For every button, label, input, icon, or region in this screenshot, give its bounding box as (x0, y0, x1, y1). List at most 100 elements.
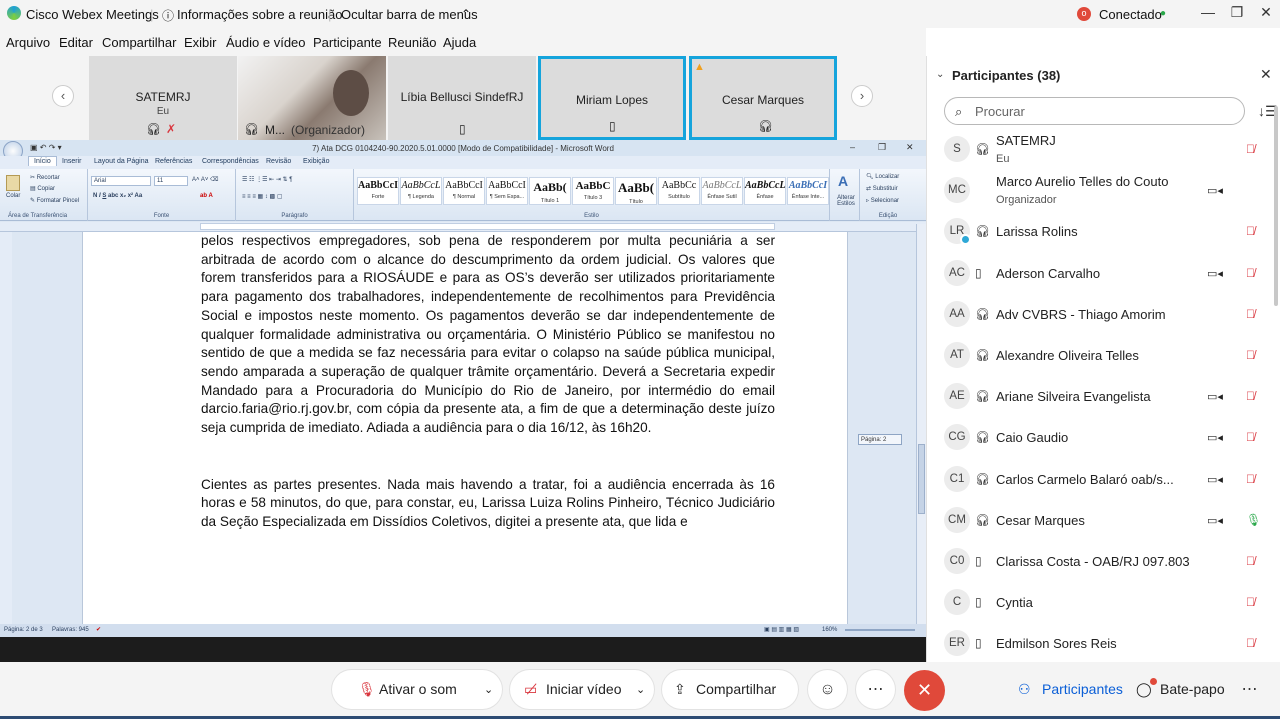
style-titulo-3[interactable]: AaBbC Título 3 (572, 177, 614, 205)
hide-menu-button[interactable]: Ocultar barra de menus (341, 7, 478, 22)
style-titulo[interactable]: AaBb(Título (615, 177, 657, 205)
align-buttons[interactable]: ≡ ≡ ≡ ▦ ↕ ▩ ▢ (242, 193, 283, 200)
format-painter-button[interactable]: ✎ Formatar Pincel (30, 197, 79, 204)
find-button[interactable]: 🔍︎ Localizar (866, 173, 899, 180)
font-size-select[interactable]: 11 (154, 176, 188, 186)
tab-inserir[interactable]: Inserir (62, 158, 81, 165)
participant-row[interactable]: C1 🎧︎ Carlos Carmelo Balaró oab/s... ▭◂ 🎙̸ (927, 461, 1267, 502)
paste-icon[interactable] (6, 175, 20, 191)
chevron-down-icon[interactable]: ⌄ (636, 683, 645, 696)
vertical-ruler[interactable] (0, 232, 12, 624)
change-styles-button[interactable]: A Alterar Estilos (830, 169, 860, 221)
mic-muted-icon[interactable]: 🎙̸ (1246, 389, 1255, 403)
participant-row[interactable]: LR 🎧︎ Larissa Rolins 🎙̸ (927, 213, 1267, 254)
font-size-buttons[interactable]: A˄ A˅ ⌫ (192, 176, 219, 183)
mic-muted-icon[interactable]: 🎙̸ (1246, 142, 1255, 156)
close-panel-icon[interactable]: ✕ (1260, 66, 1272, 83)
font-name-select[interactable]: Arial (91, 176, 151, 186)
menu-editar[interactable]: Editar (59, 35, 93, 50)
maximize-icon[interactable]: ❐ (1227, 4, 1247, 21)
chevron-left-icon[interactable]: ‹ (52, 85, 74, 107)
zoom-slider[interactable] (845, 629, 915, 631)
panel-scrollbar[interactable] (1274, 106, 1278, 306)
end-call-button[interactable]: ✕ (904, 670, 945, 711)
chevron-down-icon[interactable]: ⌄ (936, 69, 944, 80)
participants-button[interactable]: ⚇ Participantes (1008, 670, 1124, 709)
participant-row[interactable]: AT 🎧︎ Alexandre Oliveira Telles 🎙̸ (927, 337, 1267, 378)
meeting-info-button[interactable]: Informações sobre a reunião (177, 7, 342, 22)
close-icon[interactable]: ✕ (1256, 4, 1276, 21)
share-button[interactable]: ⇪ Compartilhar (662, 670, 798, 709)
mic-muted-icon[interactable]: 🎙̸ (1246, 595, 1255, 609)
chevron-up-icon[interactable]: ⌃ (461, 7, 471, 21)
menu-reuniao[interactable]: Reunião (388, 35, 436, 50)
participant-row[interactable]: AA 🎧︎ Adv CVBRS - Thiago Amorim 🎙̸ (927, 296, 1267, 337)
zoom-level[interactable]: 160% (822, 627, 837, 633)
format-buttons[interactable]: N I S abc x₂ x² Aa (93, 193, 142, 199)
scroll-thumb[interactable] (918, 444, 925, 514)
paste-label[interactable]: Colar (6, 193, 20, 199)
mic-muted-icon[interactable]: 🎙̸ (1246, 554, 1255, 568)
document-body[interactable]: pelos respectivos empregadores, sob pena… (201, 232, 775, 532)
select-button[interactable]: ▹ Selecionar (866, 197, 899, 204)
mic-active-icon[interactable]: 🎙︎ (1246, 513, 1261, 527)
participant-row[interactable]: CM 🎧︎ Cesar Marques ▭◂ 🎙︎ (927, 502, 1267, 543)
mic-muted-icon[interactable]: 🎙̸ (1246, 636, 1255, 650)
participant-row[interactable]: S 🎧︎ SATEMRJ Eu 🎙̸ (927, 131, 1267, 172)
search-input[interactable]: ⌕ Procurar (944, 97, 1245, 125)
tab-layout[interactable]: Layout da Página (94, 158, 149, 165)
style-forte[interactable]: AaBbCcI Forte (357, 177, 399, 205)
menu-arquivo[interactable]: Arquivo (6, 35, 50, 50)
chevron-right-icon[interactable]: › (851, 85, 873, 107)
participant-row[interactable]: AC ▯ Aderson Carvalho ▭◂ 🎙̸ (927, 255, 1267, 296)
mic-muted-icon[interactable]: 🎙̸ (1246, 224, 1255, 238)
more-options-icon[interactable]: ⋯ (856, 670, 895, 709)
participant-row[interactable]: C0 ▯ Clarissa Costa - OAB/RJ 097.803 🎙̸ (927, 543, 1267, 584)
style-enfase-intensa[interactable]: AaBbCcI Ênfase Inte... (787, 177, 829, 205)
mic-muted-icon[interactable]: 🎙̸ (1246, 472, 1255, 486)
video-tile-miriam[interactable]: Miriam Lopes ▯ (538, 56, 686, 140)
menu-participante[interactable]: Participante (313, 35, 382, 50)
menu-audio-video[interactable]: Áudio e vídeo (226, 35, 306, 50)
word-restore-icon[interactable]: ❐ (878, 142, 886, 153)
menu-exibir[interactable]: Exibir (184, 35, 217, 50)
mic-muted-icon[interactable]: 🎙̸ (1246, 430, 1255, 444)
status-words[interactable]: Palavras: 945 (52, 627, 89, 633)
style-legenda[interactable]: AaBbCcL ¶ Legenda (400, 177, 442, 205)
style-titulo-1[interactable]: AaBb(Título 1 (529, 177, 571, 205)
style-sem-espaco[interactable]: AaBbCcI ¶ Sem Espa... (486, 177, 528, 205)
tab-correspondencias[interactable]: Correspondências (202, 158, 259, 165)
style-enfase[interactable]: AaBbCcL Ênfase (744, 177, 786, 205)
vertical-scrollbar[interactable] (916, 224, 926, 624)
font-color-icon[interactable]: ab A (200, 193, 213, 199)
reactions-icon[interactable]: ☺ (808, 670, 847, 709)
info-icon[interactable]: ⓘ (162, 7, 174, 24)
video-tile-libia[interactable]: Líbia Bellusci SindefRJ ▯ (388, 56, 536, 140)
copy-button[interactable]: ▤ Copiar (30, 185, 55, 192)
tab-referencias[interactable]: Referências (155, 158, 192, 165)
menu-compartilhar[interactable]: Compartilhar (102, 35, 176, 50)
mic-muted-icon[interactable]: 🎙̸ (1246, 266, 1255, 280)
tab-inicio[interactable]: Início (28, 156, 57, 166)
participant-row[interactable]: C ▯ Cyntia 🎙̸ (927, 584, 1267, 625)
tab-revisao[interactable]: Revisão (266, 158, 291, 165)
status-page[interactable]: Página: 2 de 3 (4, 627, 43, 633)
mic-muted-icon[interactable]: 🎙̸ (1246, 307, 1255, 321)
participant-row[interactable]: CG 🎧︎ Caio Gaudio ▭◂ 🎙̸ (927, 419, 1267, 460)
minimize-icon[interactable]: — (1198, 4, 1218, 20)
more-icon[interactable]: ⋯ (1230, 670, 1269, 709)
menu-ajuda[interactable]: Ajuda (443, 35, 476, 50)
replace-button[interactable]: ⇄ Substituir (866, 185, 898, 192)
list-buttons[interactable]: ☰ ☷ ⋮☰ ⇤ ⇥ ⇅ ¶ (242, 176, 292, 183)
document-page[interactable]: pelos respectivos empregadores, sob pena… (82, 232, 848, 624)
style-normal[interactable]: AaBbCcI ¶ Normal (443, 177, 485, 205)
tab-exibicao[interactable]: Exibição (303, 158, 329, 165)
word-minimize-icon[interactable]: – (850, 142, 855, 152)
cut-button[interactable]: ✂ Recortar (30, 174, 60, 181)
participant-row[interactable]: MC Marco Aurelio Telles do Couto Organizad… (927, 172, 1267, 213)
chevron-down-icon[interactable]: ⌄ (484, 683, 493, 696)
chat-button[interactable]: ◯ Bate-papo (1128, 670, 1228, 709)
participant-row[interactable]: AE 🎧︎ Ariane Silveira Evangelista ▭◂ 🎙̸ (927, 378, 1267, 419)
horizontal-ruler[interactable] (0, 222, 926, 232)
video-tile-satemrj[interactable]: SATEMRJ Eu 🎧︎ ✗ (89, 56, 237, 140)
